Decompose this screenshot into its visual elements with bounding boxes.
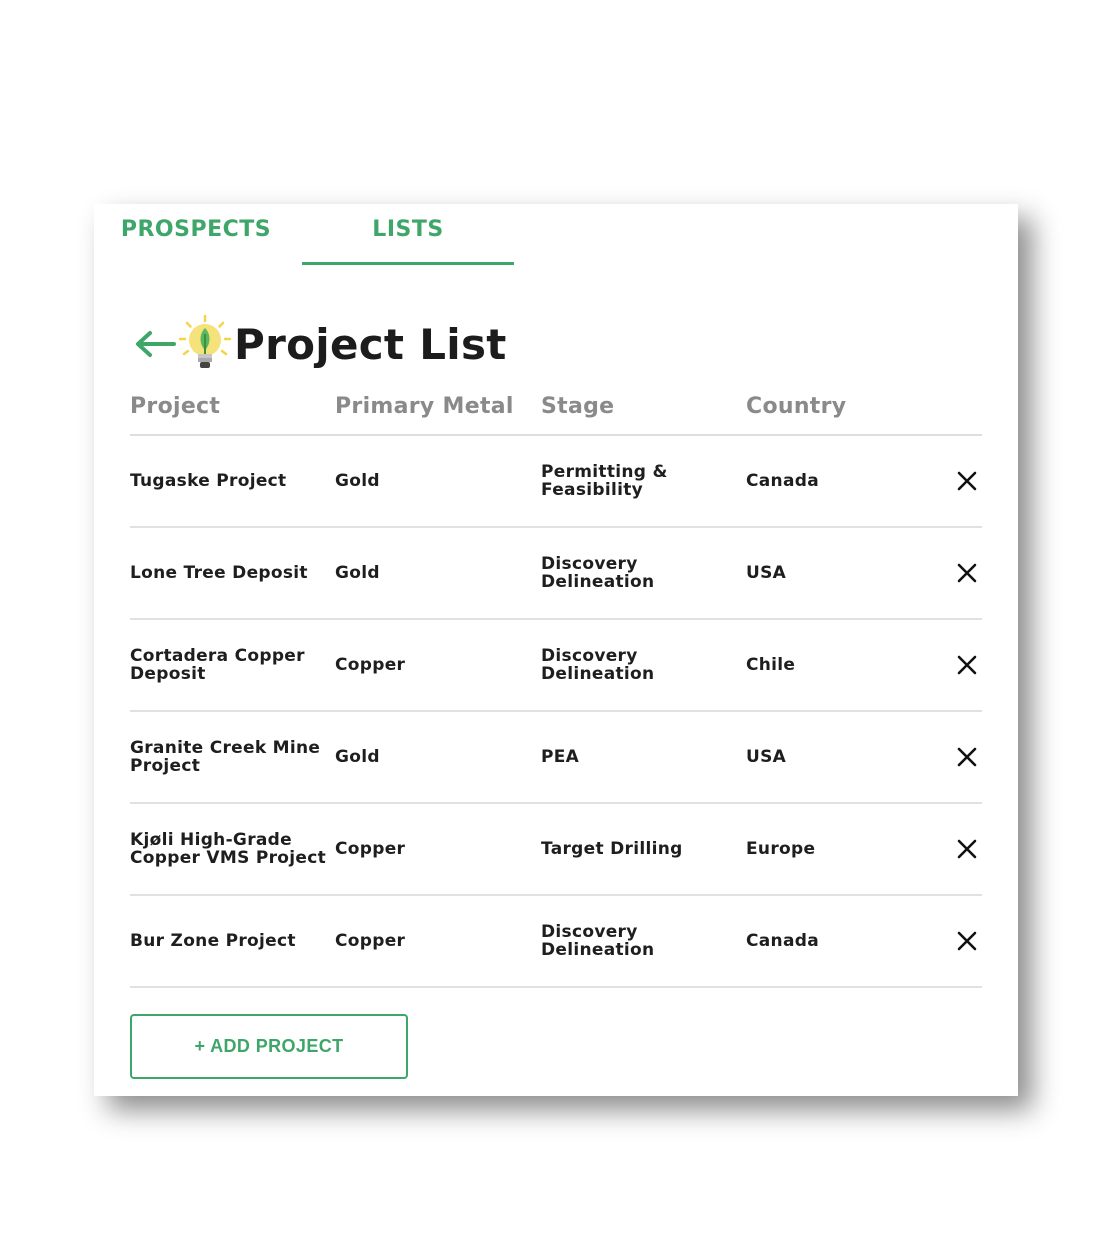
project-list-card: PROSPECTS LISTS Project List Project Pri…: [94, 204, 1018, 1096]
cell-country: USA: [746, 563, 787, 583]
cell-country: Chile: [746, 655, 796, 675]
cell-stage: Discovery Delineation: [541, 646, 655, 684]
cell-country: Europe: [746, 839, 816, 859]
page-header: Project List: [132, 312, 507, 376]
cell-primary-metal: Copper: [335, 931, 406, 951]
cell-project: Cortadera Copper Deposit: [130, 646, 305, 684]
arrow-left-icon[interactable]: [132, 324, 178, 364]
cell-stage: Permitting & Feasibility: [541, 462, 668, 500]
cell-project: Lone Tree Deposit: [130, 563, 308, 583]
cell-country: USA: [746, 747, 787, 767]
tab-bar: PROSPECTS LISTS: [94, 204, 1018, 265]
cell-stage: Target Drilling: [541, 839, 683, 859]
tab-prospects[interactable]: PROSPECTS: [114, 204, 278, 262]
cell-project: Kjøli High-Grade Copper VMS Project: [130, 830, 327, 868]
table-row: Lone Tree Deposit Gold Discovery Delinea…: [130, 528, 982, 620]
close-icon[interactable]: [950, 712, 984, 802]
table-row: Cortadera Copper Deposit Copper Discover…: [130, 620, 982, 712]
add-project-button[interactable]: + ADD PROJECT: [130, 1014, 408, 1079]
column-header-primary-metal: Primary Metal: [335, 394, 514, 419]
cell-primary-metal: Gold: [335, 471, 380, 491]
tab-lists[interactable]: LISTS: [302, 204, 514, 265]
cell-country: Canada: [746, 931, 819, 951]
project-table: Project Primary Metal Stage Country Tuga…: [130, 388, 982, 988]
close-icon[interactable]: [950, 620, 984, 710]
cell-project: Granite Creek Mine Project: [130, 738, 321, 776]
cell-stage: Discovery Delineation: [541, 922, 655, 960]
cell-stage: Discovery Delineation: [541, 554, 655, 592]
close-icon[interactable]: [950, 528, 984, 618]
table-row: Bur Zone Project Copper Discovery Deline…: [130, 896, 982, 988]
cell-primary-metal: Copper: [335, 655, 406, 675]
cell-stage: PEA: [541, 747, 580, 767]
page-title: Project List: [234, 319, 507, 369]
table-row: Granite Creek Mine Project Gold PEA USA: [130, 712, 982, 804]
column-header-stage: Stage: [541, 394, 615, 419]
close-icon[interactable]: [950, 436, 984, 526]
cell-primary-metal: Gold: [335, 563, 380, 583]
column-header-project: Project: [130, 394, 221, 419]
cell-primary-metal: Gold: [335, 747, 380, 767]
table-row: Kjøli High-Grade Copper VMS Project Copp…: [130, 804, 982, 896]
cell-project: Tugaske Project: [130, 471, 287, 491]
table-row: Tugaske Project Gold Permitting & Feasib…: [130, 436, 982, 528]
close-icon[interactable]: [950, 896, 984, 986]
close-icon[interactable]: [950, 804, 984, 894]
column-header-country: Country: [746, 394, 847, 419]
table-header: Project Primary Metal Stage Country: [130, 388, 982, 436]
cell-project: Bur Zone Project: [130, 931, 296, 951]
cell-country: Canada: [746, 471, 819, 491]
lightbulb-icon: [178, 314, 232, 374]
cell-primary-metal: Copper: [335, 839, 406, 859]
